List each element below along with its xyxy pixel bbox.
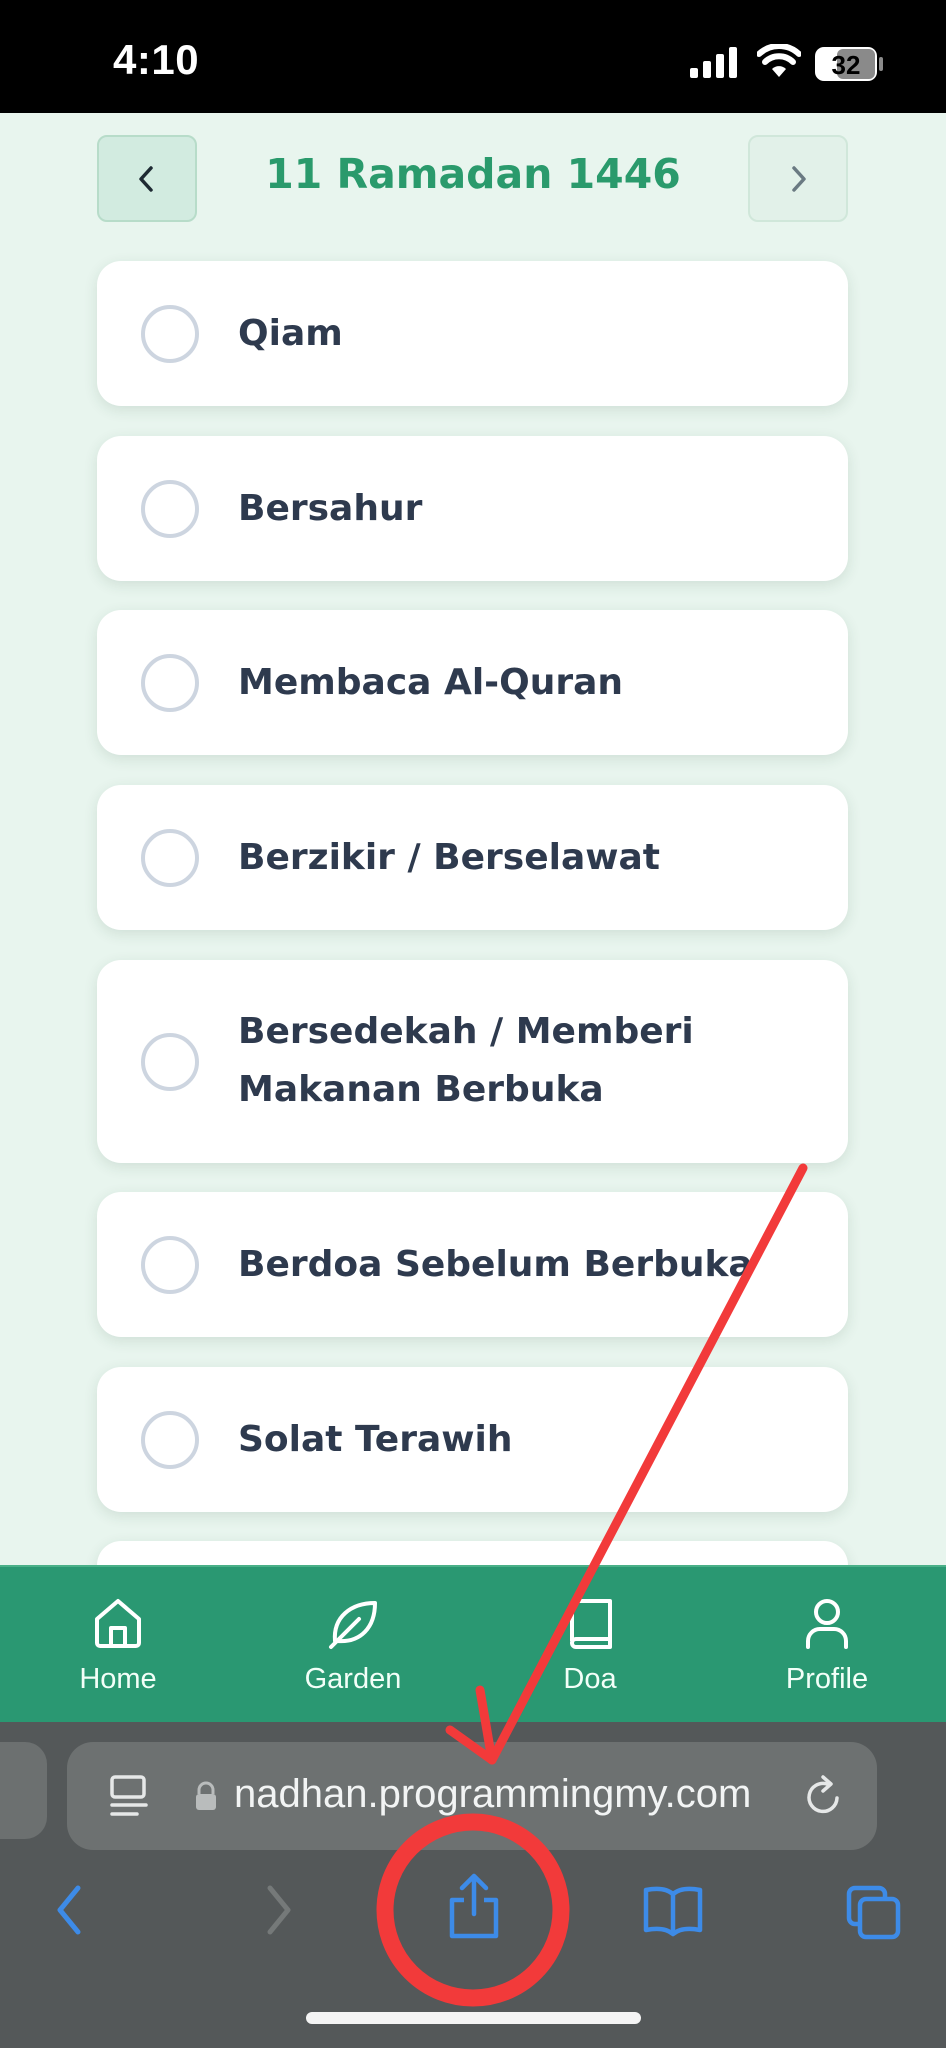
status-bar: 4:10 32 <box>0 0 946 113</box>
status-time: 4:10 <box>113 36 200 83</box>
task-checkbox[interactable] <box>141 480 199 538</box>
battery-indicator: 32 <box>814 46 884 86</box>
chevron-left-icon <box>139 165 153 192</box>
task-item[interactable]: Membaca Al-Quran <box>97 610 848 755</box>
browser-toolbar: nadhan.programmingmy.com <box>0 1722 946 2048</box>
task-label: Qiam <box>238 313 343 354</box>
bookmarks-icon[interactable] <box>642 1882 704 1938</box>
nav-home[interactable]: Home <box>43 1595 193 1696</box>
task-label: Berdoa Sebelum Berbuka <box>238 1244 753 1285</box>
nav-home-label: Home <box>79 1663 157 1695</box>
share-icon[interactable] <box>446 1872 502 1942</box>
forward-icon[interactable] <box>258 1882 298 1938</box>
task-label: Bersahur <box>238 488 423 529</box>
task-label: Membaca Al-Quran <box>238 662 624 703</box>
task-checkbox[interactable] <box>141 829 199 887</box>
user-icon <box>806 1599 848 1649</box>
chevron-right-icon <box>792 165 806 192</box>
task-item[interactable]: Bersahur <box>97 436 848 581</box>
task-checkbox[interactable] <box>141 654 199 712</box>
book-icon <box>570 1599 612 1649</box>
task-label: Bersedekah / Memberi Makanan Berbuka <box>238 1011 694 1110</box>
task-label: Berzikir / Berselawat <box>238 837 660 878</box>
battery-level: 32 <box>832 50 861 80</box>
page-menu-icon[interactable] <box>109 1774 149 1818</box>
bottom-navigation: Home Garden Doa Profile <box>0 1565 946 1722</box>
nav-garden-label: Garden <box>304 1663 402 1695</box>
task-item[interactable]: Berzikir / Berselawat <box>97 785 848 930</box>
nav-profile[interactable]: Profile <box>752 1595 902 1696</box>
task-item[interactable]: Qiam <box>97 261 848 406</box>
leaf-icon <box>329 1601 377 1649</box>
home-indicator <box>306 2012 641 2024</box>
task-item[interactable]: Solat Terawih <box>97 1367 848 1512</box>
nav-doa-label: Doa <box>563 1663 617 1695</box>
back-icon[interactable] <box>50 1882 90 1938</box>
nav-profile-label: Profile <box>785 1663 869 1695</box>
task-item[interactable]: Bersedekah / Memberi Makanan Berbuka <box>97 960 848 1163</box>
nav-doa[interactable]: Doa <box>515 1595 665 1696</box>
wifi-icon <box>757 44 801 77</box>
cellular-signal-icon <box>690 47 737 78</box>
nav-garden[interactable]: Garden <box>278 1595 428 1696</box>
task-checkbox[interactable] <box>141 1236 199 1294</box>
task-item[interactable]: Berdoa Sebelum Berbuka <box>97 1192 848 1337</box>
date-title: 11 Ramadan 1446 <box>265 150 681 198</box>
home-icon <box>95 1599 141 1648</box>
previous-day-button[interactable] <box>97 135 197 222</box>
battery-icon: 32 <box>815 47 883 81</box>
task-label: Solat Terawih <box>238 1419 513 1460</box>
url-text[interactable]: nadhan.programmingmy.com <box>234 1772 751 1817</box>
reload-icon[interactable] <box>803 1774 845 1818</box>
task-checkbox[interactable] <box>141 1033 199 1091</box>
lock-icon <box>196 1781 216 1810</box>
next-day-button[interactable] <box>748 135 848 222</box>
address-bar[interactable]: nadhan.programmingmy.com <box>67 1742 877 1850</box>
previous-tab-peek[interactable] <box>0 1742 47 1839</box>
tabs-icon[interactable] <box>845 1884 901 1940</box>
task-checkbox[interactable] <box>141 1411 199 1469</box>
task-checkbox[interactable] <box>141 305 199 363</box>
